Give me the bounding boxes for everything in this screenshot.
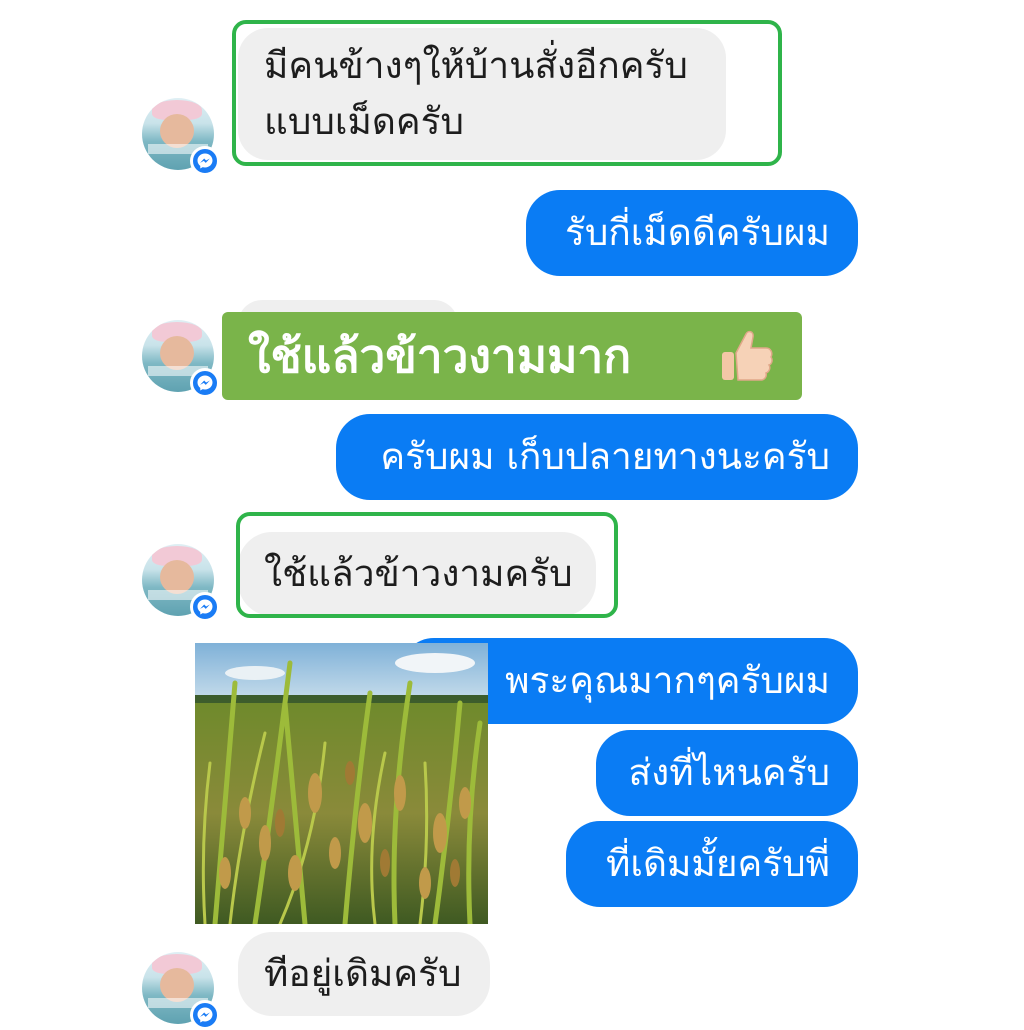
highlight-outline — [232, 20, 782, 166]
message-text: พระคุณมากๆครับผม — [505, 659, 830, 702]
outgoing-message[interactable]: ที่เดิมมั้ยครับพี่ — [566, 821, 858, 907]
incoming-message[interactable]: ทีอยู่เดิมครับ — [238, 932, 490, 1016]
message-text: ส่งที่ไหนครับ — [628, 751, 830, 794]
outgoing-message[interactable]: รับกี่เม็ดดีครับผม — [526, 190, 858, 276]
message-text: รับกี่เม็ดดีครับผม — [564, 211, 830, 254]
message-text: ที่เดิมมั้ยครับพี่ — [605, 842, 830, 885]
message-text: ใช้แล้วข้าวงามมาก — [248, 329, 632, 383]
highlight-outline — [236, 512, 618, 618]
messenger-icon — [190, 1000, 220, 1030]
avatar[interactable] — [142, 320, 220, 398]
avatar[interactable] — [142, 98, 220, 176]
message-text: ทีอยู่เดิมครับ — [264, 952, 462, 995]
thumbs-up-icon — [716, 326, 776, 386]
messenger-icon — [190, 146, 220, 176]
outgoing-message[interactable]: ส่งที่ไหนครับ — [596, 730, 858, 816]
avatar[interactable] — [142, 544, 220, 622]
message-text: ครับผม เก็บปลายทางนะครับ — [380, 435, 830, 478]
avatar[interactable] — [142, 952, 220, 1030]
rice-field-photo[interactable] — [195, 643, 488, 924]
messenger-icon — [190, 368, 220, 398]
highlight-banner[interactable]: ใช้แล้วข้าวงามมาก — [222, 312, 802, 400]
outgoing-message[interactable]: ครับผม เก็บปลายทางนะครับ — [336, 414, 858, 500]
messenger-icon — [190, 592, 220, 622]
